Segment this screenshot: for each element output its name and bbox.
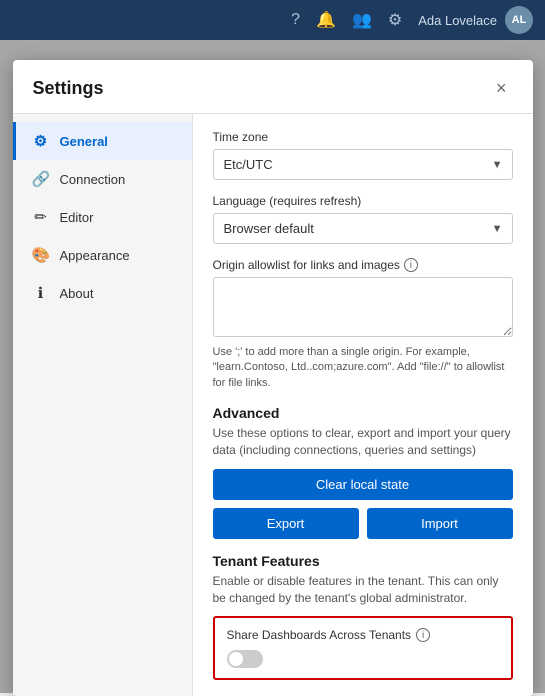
modal-header: Settings × [13,60,533,114]
tenant-box: Share Dashboards Across Tenants i [213,616,513,680]
appearance-icon: 🎨 [32,246,50,264]
toggle-slider [227,650,263,668]
language-field: Language (requires refresh) Browser defa… [213,194,513,244]
settings-modal: Settings × ⚙ General 🔗 Connection ✏ Edit… [13,60,533,696]
editor-icon: ✏ [32,208,50,226]
sidebar-label-about: About [60,286,94,301]
users-icon[interactable]: 👥 [352,10,372,30]
tenant-desc: Enable or disable features in the tenant… [213,573,513,607]
modal-overlay: Settings × ⚙ General 🔗 Connection ✏ Edit… [0,40,545,693]
tenant-title: Tenant Features [213,553,513,569]
sidebar-label-editor: Editor [60,210,94,225]
sidebar-item-appearance[interactable]: 🎨 Appearance [13,236,192,274]
timezone-select[interactable]: Etc/UTC US/Eastern US/Pacific Europe/Lon… [213,149,513,180]
help-icon[interactable]: ? [291,11,300,29]
sidebar: ⚙ General 🔗 Connection ✏ Editor 🎨 Appear… [13,114,193,696]
notifications-icon[interactable]: 🔔 [316,10,336,30]
origin-label: Origin allowlist for links and images i [213,258,513,272]
topbar: ? 🔔 👥 ⚙ Ada Lovelace AL [0,0,545,40]
tenant-info-icon[interactable]: i [416,628,430,642]
settings-content: Time zone Etc/UTC US/Eastern US/Pacific … [193,114,533,696]
general-icon: ⚙ [32,132,50,150]
share-dashboards-toggle[interactable] [227,650,263,668]
toggle-wrapper [227,650,499,668]
sidebar-item-about[interactable]: ℹ About [13,274,192,312]
clear-button[interactable]: Clear local state [213,469,513,500]
modal-body: ⚙ General 🔗 Connection ✏ Editor 🎨 Appear… [13,114,533,696]
sidebar-item-connection[interactable]: 🔗 Connection [13,160,192,198]
about-icon: ℹ [32,284,50,302]
sidebar-label-connection: Connection [60,172,126,187]
sidebar-label-appearance: Appearance [60,248,130,263]
settings-icon[interactable]: ⚙ [388,10,402,30]
language-select-wrapper: Browser default English French German Sp… [213,213,513,244]
modal-title: Settings [33,78,104,99]
language-select[interactable]: Browser default English French German Sp… [213,213,513,244]
timezone-field: Time zone Etc/UTC US/Eastern US/Pacific … [213,130,513,180]
avatar: AL [505,6,533,34]
sidebar-label-general: General [60,134,108,149]
sidebar-item-general[interactable]: ⚙ General [13,122,192,160]
timezone-label: Time zone [213,130,513,144]
export-import-row: Export Import [213,508,513,539]
timezone-select-wrapper: Etc/UTC US/Eastern US/Pacific Europe/Lon… [213,149,513,180]
advanced-title: Advanced [213,405,513,421]
user-name: Ada Lovelace [418,13,497,28]
sidebar-item-editor[interactable]: ✏ Editor [13,198,192,236]
origin-info-icon[interactable]: i [404,258,418,272]
import-button[interactable]: Import [367,508,513,539]
origin-hint: Use ';' to add more than a single origin… [213,345,513,391]
origin-field: Origin allowlist for links and images i … [213,258,513,391]
tenant-box-title: Share Dashboards Across Tenants i [227,628,499,642]
language-label: Language (requires refresh) [213,194,513,208]
advanced-desc: Use these options to clear, export and i… [213,425,513,459]
connection-icon: 🔗 [32,170,50,188]
origin-textarea[interactable] [213,277,513,337]
export-button[interactable]: Export [213,508,359,539]
user-menu[interactable]: Ada Lovelace AL [418,6,533,34]
close-button[interactable]: × [490,76,513,101]
